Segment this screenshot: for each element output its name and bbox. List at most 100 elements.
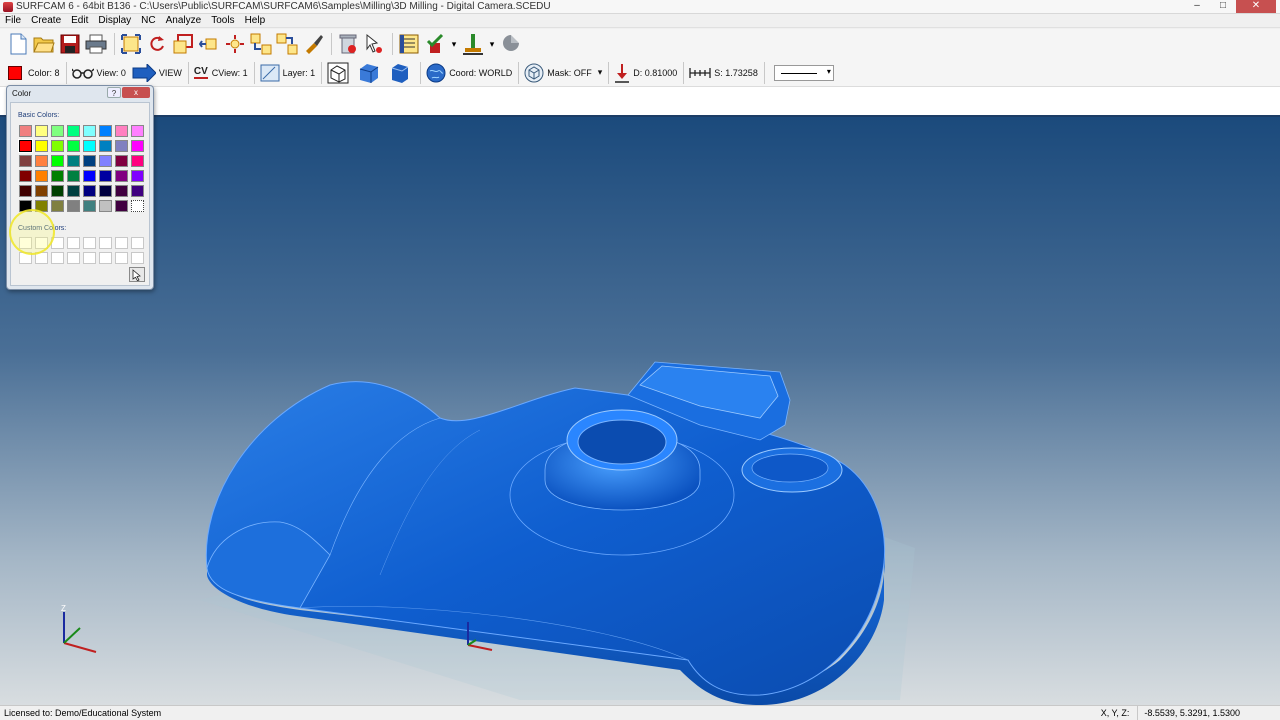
color-swatch[interactable] (35, 170, 48, 182)
color-swatch[interactable] (83, 125, 96, 137)
operations-manager-button[interactable] (397, 32, 421, 56)
custom-color-swatch[interactable] (35, 252, 48, 264)
custom-color-swatch[interactable] (115, 252, 128, 264)
tool-dropdown-button[interactable]: ▾ (487, 32, 497, 56)
color-swatch[interactable] (19, 155, 32, 167)
color-swatch[interactable] (131, 170, 144, 182)
menu-create[interactable]: Create (26, 15, 66, 26)
color-swatch[interactable] (35, 125, 48, 137)
tool-library-button[interactable] (461, 32, 485, 56)
pick-color-button[interactable] (129, 267, 145, 282)
color-swatch[interactable] (83, 155, 96, 167)
open-file-button[interactable] (32, 32, 56, 56)
delete-button[interactable] (336, 32, 360, 56)
color-swatch[interactable] (51, 170, 64, 182)
zoom-previous-button[interactable] (197, 32, 221, 56)
pan-button[interactable] (223, 32, 247, 56)
color-swatch[interactable] (51, 200, 64, 212)
color-swatch[interactable] (83, 170, 96, 182)
color-swatch[interactable] (35, 200, 48, 212)
color-swatch[interactable] (99, 125, 112, 137)
color-swatch[interactable] (67, 185, 80, 197)
dialog-close-button[interactable]: x (122, 87, 150, 98)
color-swatch[interactable] (115, 155, 128, 167)
zoom-all-button[interactable] (119, 32, 143, 56)
save-file-button[interactable] (58, 32, 82, 56)
redraw-button[interactable] (145, 32, 169, 56)
toolpath-verify-button[interactable] (423, 32, 447, 56)
color-swatch[interactable] (67, 200, 80, 212)
color-swatch[interactable] (83, 200, 96, 212)
coord-setting[interactable]: Coord: WORLD (426, 61, 512, 85)
custom-color-swatch[interactable] (35, 237, 48, 249)
color-swatch[interactable] (35, 155, 48, 167)
print-button[interactable] (84, 32, 108, 56)
menu-display[interactable]: Display (93, 15, 136, 26)
color-swatch[interactable] (83, 140, 96, 152)
custom-color-swatch[interactable] (51, 237, 64, 249)
color-swatch[interactable] (67, 170, 80, 182)
color-swatch[interactable] (115, 170, 128, 182)
color-swatch[interactable] (99, 170, 112, 182)
color-swatch[interactable] (67, 125, 80, 137)
menu-edit[interactable]: Edit (66, 15, 93, 26)
custom-color-swatch[interactable] (51, 252, 64, 264)
custom-color-swatch[interactable] (99, 252, 112, 264)
menu-tools[interactable]: Tools (206, 15, 239, 26)
shaded-view-button[interactable] (358, 61, 383, 85)
color-swatch[interactable] (51, 185, 64, 197)
custom-color-swatch[interactable] (67, 237, 80, 249)
color-swatch[interactable] (99, 140, 112, 152)
color-swatch[interactable] (115, 140, 128, 152)
color-swatch[interactable] (131, 155, 144, 167)
color-swatch[interactable] (99, 200, 112, 212)
color-swatch[interactable] (18, 139, 33, 153)
custom-color-swatch[interactable] (131, 237, 144, 249)
close-button[interactable]: ✕ (1236, 0, 1276, 13)
color-swatch[interactable] (115, 185, 128, 197)
color-swatch[interactable] (115, 200, 128, 212)
color-swatch[interactable] (35, 140, 48, 152)
color-swatch[interactable] (19, 170, 32, 182)
color-swatch[interactable] (131, 185, 144, 197)
color-swatch[interactable] (131, 200, 144, 212)
line-style-select[interactable]: ▾ (773, 64, 834, 81)
custom-color-swatch[interactable] (83, 252, 96, 264)
color-swatch[interactable] (19, 185, 32, 197)
color-setting[interactable]: Color: 8 (8, 61, 60, 85)
custom-color-swatch[interactable] (67, 252, 80, 264)
color-swatch[interactable] (51, 155, 64, 167)
color-dialog-titlebar[interactable]: Color ? x (7, 86, 153, 101)
color-swatch[interactable] (131, 125, 144, 137)
color-swatch[interactable] (115, 125, 128, 137)
menu-file[interactable]: File (0, 15, 26, 26)
custom-color-swatch[interactable] (83, 237, 96, 249)
zoom-in-button[interactable] (249, 32, 273, 56)
minimize-button[interactable]: – (1184, 0, 1210, 13)
zoom-out-button[interactable] (275, 32, 299, 56)
cview-setting[interactable]: CV CView: 1 (193, 61, 248, 85)
menu-nc[interactable]: NC (136, 15, 160, 26)
maximize-button[interactable]: □ (1210, 0, 1236, 13)
custom-color-swatch[interactable] (131, 252, 144, 264)
custom-color-swatch[interactable] (19, 237, 32, 249)
color-swatch[interactable] (131, 140, 144, 152)
wireframe-view-button[interactable] (327, 61, 352, 85)
color-swatch[interactable] (51, 140, 64, 152)
custom-color-swatch[interactable] (19, 252, 32, 264)
help-button[interactable]: ? (107, 87, 121, 98)
verify-dropdown-button[interactable]: ▾ (449, 32, 459, 56)
color-swatch[interactable] (99, 185, 112, 197)
new-file-button[interactable] (6, 32, 30, 56)
color-swatch[interactable] (35, 185, 48, 197)
mask-setting[interactable]: Mask: OFF ▾ (524, 61, 602, 85)
color-swatch[interactable] (67, 155, 80, 167)
brush-button[interactable] (301, 32, 325, 56)
color-swatch[interactable] (51, 125, 64, 137)
depth-setting[interactable]: D: 0.81000 (614, 61, 677, 85)
color-swatch[interactable] (19, 125, 32, 137)
color-swatch[interactable] (67, 140, 80, 152)
mask-dropdown-icon[interactable]: ▾ (598, 67, 603, 78)
custom-color-swatch[interactable] (115, 237, 128, 249)
graphics-viewport[interactable]: Z (0, 117, 1280, 705)
